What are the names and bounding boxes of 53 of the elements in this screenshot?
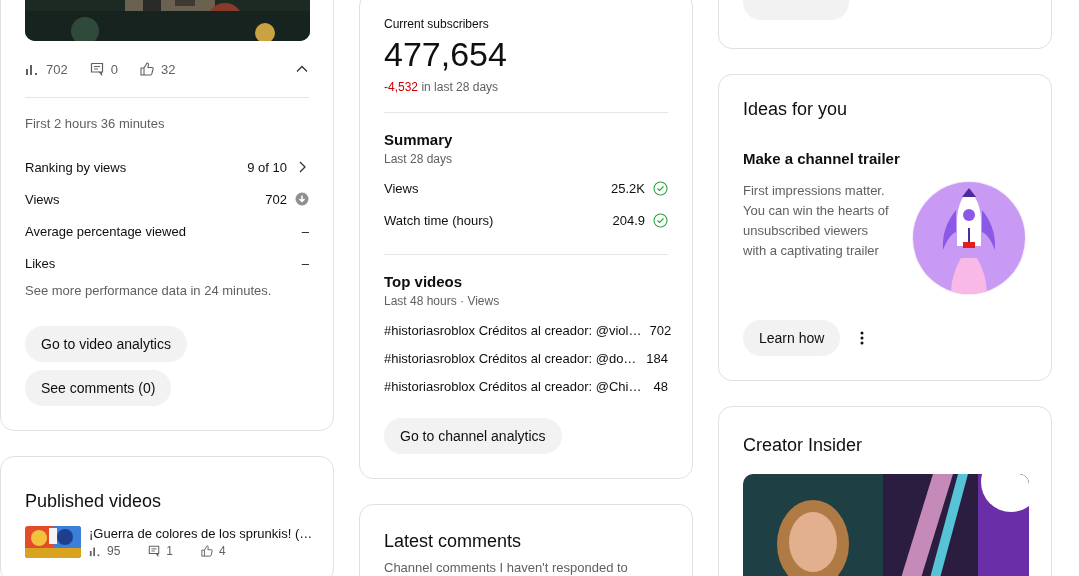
section-title: Top videos: [384, 273, 464, 290]
metric-label: Likes: [25, 255, 56, 271]
section-title: Summary: [384, 131, 454, 148]
period-label: First 2 hours 36 minutes: [25, 116, 166, 131]
video-title[interactable]: #historiasroblox Créditos al creador: @do…: [384, 350, 637, 366]
section-period: Last 28 days: [384, 152, 454, 166]
metric-value: 702: [265, 191, 287, 207]
subscriber-count: 477,654: [384, 35, 508, 74]
note-text: See more performance data in 24 minutes.: [25, 283, 273, 298]
stat-value: 702: [46, 61, 68, 77]
stat-value: 95: [107, 544, 121, 558]
metric-label: Views: [384, 180, 419, 196]
change-period: in last 28 days: [421, 80, 499, 94]
learn-how-button[interactable]: Learn how: [743, 320, 841, 356]
section-period: Last 48 hours · Views: [384, 294, 501, 308]
comment-icon: [89, 62, 104, 76]
bar-chart-icon: [89, 545, 101, 557]
channel-analytics-button[interactable]: Go to channel analytics: [384, 418, 562, 454]
card-title: Latest comments: [384, 531, 523, 552]
stat-value: 4: [219, 544, 226, 558]
metric-value: 25.2K: [611, 180, 645, 196]
metric-value: –: [301, 255, 309, 271]
subscriber-change: -4,532: [384, 80, 419, 94]
idea-description: First impressions matter. You can win the hearts of unsubscribed viewers with a captivating trailer: [743, 182, 890, 260]
action-button[interactable]: See comments (0): [25, 370, 172, 406]
metric-label: Average percentage viewed: [25, 223, 186, 239]
down-arrow-icon: [295, 192, 309, 206]
view-count: 48: [653, 378, 668, 394]
thumbs-up-icon: [139, 62, 154, 76]
card-title: Ideas for you: [743, 99, 849, 120]
metric-value: 204.9: [612, 212, 645, 228]
metric-label: Ranking by views: [25, 159, 127, 175]
video-title[interactable]: #historiasroblox Créditos al creador: @Chi…: [384, 378, 642, 394]
view-count: 702: [649, 322, 672, 338]
view-count: 184: [646, 350, 668, 366]
card-title: Creator Insider: [743, 435, 864, 456]
subscribers-label: Current subscribers: [384, 17, 490, 31]
metric-label: Watch time (hours): [384, 212, 494, 228]
video-title[interactable]: ¡Guerra de colores de los sprunkis! (…: [89, 526, 313, 541]
bar-chart-icon: [25, 62, 39, 76]
action-button[interactable]: Go to video analytics: [25, 326, 187, 362]
idea-title: Make a channel trailer: [743, 150, 900, 167]
metric-value: 9 of 10: [247, 159, 287, 175]
stat-value: 1: [166, 544, 174, 558]
thumbs-up-icon: [201, 545, 214, 557]
stat-value: 32: [160, 61, 176, 77]
stat-value: 0: [110, 61, 118, 77]
comment-icon: [148, 545, 161, 557]
metric-value: –: [301, 223, 309, 239]
card-subtitle: Channel comments I haven't responded to: [384, 560, 629, 575]
video-title[interactable]: #historiasroblox Créditos al creador: @viol…: [384, 322, 642, 338]
card-title: Published videos: [25, 491, 163, 512]
metric-label: Views: [25, 191, 60, 207]
